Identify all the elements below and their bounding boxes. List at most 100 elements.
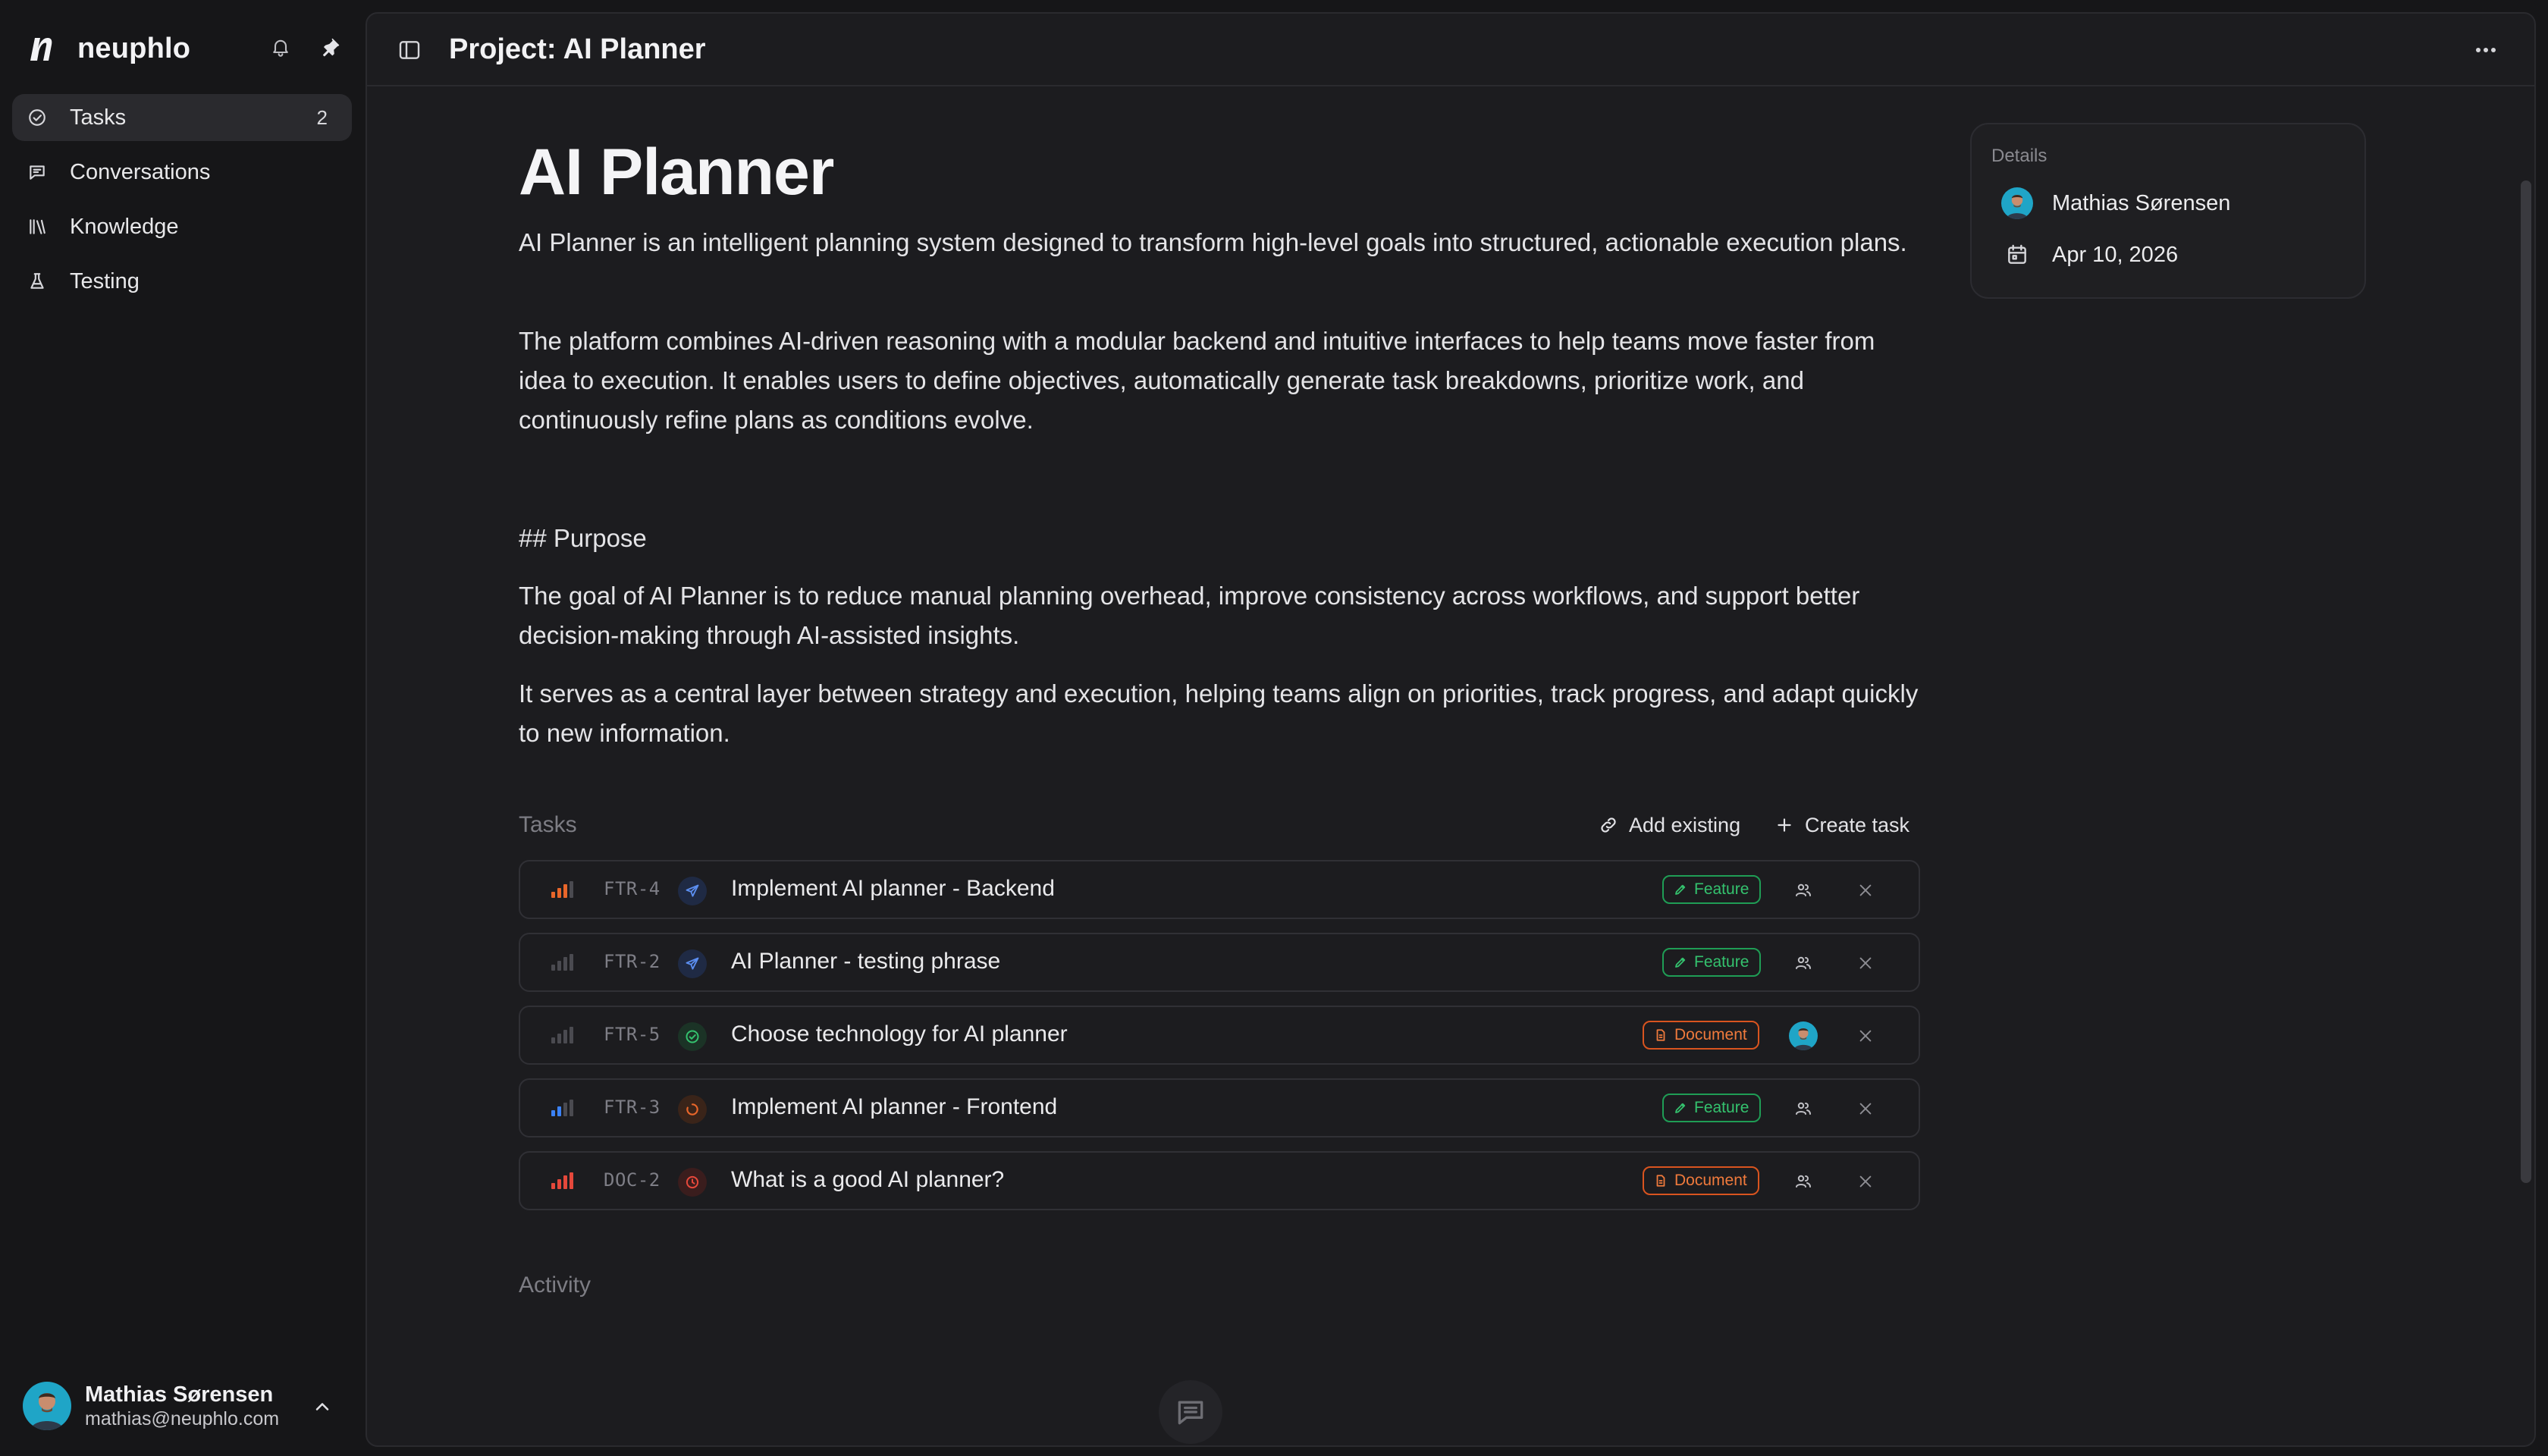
create-task-button[interactable]: Create task: [1773, 810, 1909, 840]
sidebar-nav: Tasks 2 Conversations Knowledge Testing: [12, 94, 352, 312]
priority-urgent-icon: [551, 1172, 573, 1189]
task-row[interactable]: FTR-4 Implement AI planner - Backend Fea…: [519, 860, 1920, 919]
due-date: Apr 10, 2026: [2052, 242, 2179, 267]
task-id: FTR-3: [604, 1097, 661, 1118]
blocked-status-icon[interactable]: [678, 1168, 707, 1197]
sidebar-item-conversations[interactable]: Conversations: [12, 149, 352, 196]
done-status-icon[interactable]: [678, 1022, 707, 1051]
tag-label: Feature: [1694, 880, 1749, 898]
chat-icon: [1178, 1401, 1203, 1425]
in-review-status-icon[interactable]: [678, 877, 707, 905]
tag-badge[interactable]: Feature: [1662, 948, 1762, 977]
priority-low-icon: [551, 1100, 573, 1116]
task-title[interactable]: Choose technology for AI planner: [731, 1021, 1068, 1047]
flask-icon: [26, 270, 49, 293]
owner-name: Mathias Sørensen: [2052, 190, 2231, 215]
tag-badge[interactable]: Document: [1643, 1166, 1759, 1195]
tag-badge[interactable]: Feature: [1662, 1094, 1762, 1122]
header: Project: AI Planner: [367, 14, 2534, 86]
task-title[interactable]: AI Planner - testing phrase: [731, 949, 1000, 974]
page-title: AI Planner: [519, 136, 834, 209]
user-email: mathias@neuphlo.com: [85, 1408, 280, 1429]
sidebar-item-label: Conversations: [70, 159, 211, 184]
task-id: FTR-5: [604, 1024, 661, 1045]
task-id: FTR-2: [604, 951, 661, 972]
assignee-avatar[interactable]: [1788, 1021, 1818, 1051]
add-existing-button[interactable]: Add existing: [1597, 810, 1740, 840]
notifications-bell-icon[interactable]: [267, 33, 294, 61]
page-header-title: Project: AI Planner: [449, 33, 706, 65]
assign-users-icon[interactable]: [1788, 1166, 1818, 1197]
tag-icon: [1673, 1100, 1688, 1116]
tag-icon: [1673, 955, 1688, 970]
tag-badge[interactable]: Feature: [1662, 875, 1762, 904]
priority-none-icon: [551, 1027, 573, 1043]
task-title[interactable]: What is a good AI planner?: [731, 1167, 1004, 1193]
task-title[interactable]: Implement AI planner - Frontend: [731, 1094, 1057, 1120]
tag-label: Feature: [1694, 953, 1749, 971]
document-icon: [1653, 1028, 1668, 1043]
sidebar-item-label: Knowledge: [70, 214, 179, 239]
tag-label: Feature: [1694, 1099, 1749, 1116]
sidebar: neuphlo Tasks 2 Conversations Knowledge: [0, 0, 364, 1456]
activity-section-label: Activity: [519, 1272, 592, 1298]
calendar-icon: [2000, 238, 2034, 271]
description-paragraph: It serves as a central layer between str…: [519, 679, 1919, 747]
task-title[interactable]: Implement AI planner - Backend: [731, 876, 1055, 902]
priority-none-icon: [551, 954, 573, 971]
sidebar-item-label: Testing: [70, 268, 140, 293]
avatar: [1789, 1021, 1818, 1050]
tasks-section-label: Tasks: [519, 812, 577, 837]
tag-badge[interactable]: Document: [1643, 1021, 1759, 1050]
in-progress-status-icon[interactable]: [678, 1095, 707, 1124]
details-label: Details: [1991, 146, 2048, 166]
sidebar-item-tasks[interactable]: Tasks 2: [12, 94, 352, 141]
in-review-status-icon[interactable]: [678, 949, 707, 978]
section-heading: ## Purpose: [519, 524, 647, 552]
description-paragraph: The platform combines AI-driven reasonin…: [519, 327, 1875, 434]
task-list: FTR-4 Implement AI planner - Backend Fea…: [519, 860, 1920, 1224]
tag-icon: [1673, 882, 1688, 897]
assign-users-icon[interactable]: [1788, 948, 1818, 978]
plus-icon: [1773, 814, 1796, 836]
task-id: DOC-2: [604, 1169, 661, 1191]
user-account[interactable]: Mathias Sørensen mathias@neuphlo.com: [23, 1382, 279, 1430]
task-row[interactable]: FTR-2 AI Planner - testing phrase Featur…: [519, 933, 1920, 992]
chat-button[interactable]: [1159, 1380, 1222, 1444]
task-id: FTR-4: [604, 878, 661, 899]
sidebar-toggle-icon[interactable]: [396, 36, 423, 64]
brand-name: neuphlo: [77, 32, 191, 64]
scrollbar-thumb[interactable]: [2521, 180, 2531, 1183]
remove-task-icon[interactable]: [1852, 1095, 1879, 1122]
user-name: Mathias Sørensen: [85, 1382, 274, 1407]
remove-task-icon[interactable]: [1852, 1022, 1879, 1050]
assign-users-icon[interactable]: [1788, 1094, 1818, 1124]
brand[interactable]: neuphlo: [27, 30, 190, 67]
task-row[interactable]: DOC-2 What is a good AI planner? Documen…: [519, 1151, 1920, 1210]
more-options-icon[interactable]: [2471, 36, 2501, 64]
details-card: Details Mathias Sørensen Apr 10, 2026: [1970, 123, 2366, 299]
scrollbar[interactable]: [2516, 89, 2534, 1439]
remove-task-icon[interactable]: [1852, 949, 1879, 977]
library-icon: [26, 215, 49, 238]
sidebar-item-knowledge[interactable]: Knowledge: [12, 203, 352, 250]
create-task-label: Create task: [1805, 813, 1910, 836]
check-circle-icon: [26, 106, 49, 129]
sidebar-item-label: Tasks: [70, 105, 127, 130]
remove-task-icon[interactable]: [1852, 1168, 1879, 1195]
task-row[interactable]: FTR-5 Choose technology for AI planner D…: [519, 1006, 1920, 1065]
chat-icon: [26, 161, 49, 184]
priority-high-icon: [551, 881, 573, 898]
pin-icon[interactable]: [317, 33, 344, 61]
details-owner[interactable]: Mathias Sørensen: [2000, 187, 2230, 220]
details-date[interactable]: Apr 10, 2026: [2000, 238, 2178, 271]
assign-users-icon[interactable]: [1788, 875, 1818, 905]
task-row[interactable]: FTR-3 Implement AI planner - Frontend Fe…: [519, 1078, 1920, 1138]
add-existing-label: Add existing: [1629, 813, 1741, 836]
sidebar-item-testing[interactable]: Testing: [12, 258, 352, 305]
remove-task-icon[interactable]: [1852, 877, 1879, 904]
main-panel: Project: AI Planner AI Planner AI Planne…: [366, 12, 2536, 1447]
tag-label: Document: [1674, 1172, 1747, 1189]
chevron-up-icon[interactable]: [309, 1394, 335, 1420]
description-paragraph: The goal of AI Planner is to reduce manu…: [519, 582, 1860, 649]
